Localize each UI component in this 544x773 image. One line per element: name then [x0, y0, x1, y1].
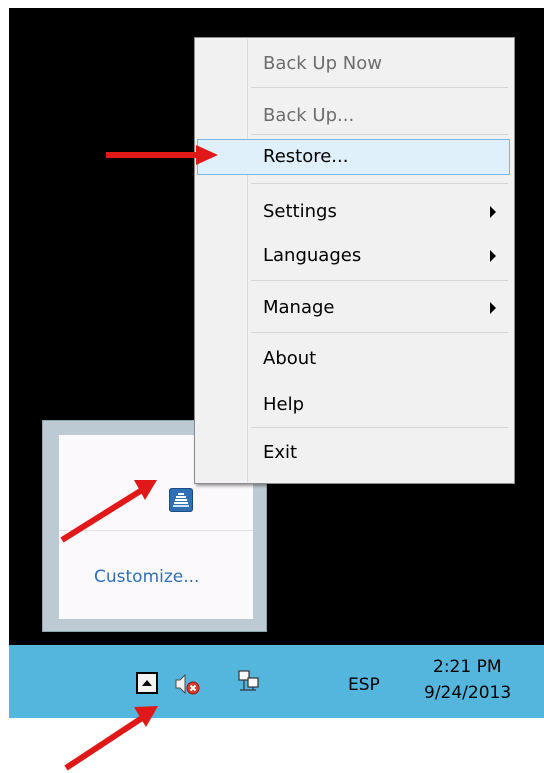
menu-item-languages[interactable]: Languages	[197, 238, 510, 274]
menu-item-label: Help	[263, 394, 305, 415]
menu-separator	[251, 332, 508, 333]
menu-separator	[251, 183, 508, 184]
show-hidden-icons-button[interactable]	[136, 672, 158, 694]
input-language-indicator[interactable]: ESP	[348, 675, 380, 695]
menu-item-label: Languages	[263, 245, 362, 266]
menu-item-about[interactable]: About	[197, 341, 510, 377]
context-menu: Back Up Now Back Up... Restore... Settin…	[194, 37, 515, 484]
submenu-arrow-icon	[490, 250, 496, 262]
menu-item-label: Back Up Now	[263, 53, 382, 74]
menu-item-label: Exit	[263, 442, 298, 463]
customize-link[interactable]: Customize...	[94, 567, 199, 587]
menu-item-help[interactable]: Help	[197, 387, 510, 423]
menu-item-manage[interactable]: Manage	[197, 290, 510, 326]
menu-separator	[251, 280, 508, 281]
menu-item-settings[interactable]: Settings	[197, 194, 510, 230]
menu-item-restore[interactable]: Restore...	[197, 139, 510, 175]
clock-date[interactable]: 9/24/2013	[424, 683, 511, 703]
submenu-arrow-icon	[490, 206, 496, 218]
speaker-muted-icon[interactable]	[174, 672, 202, 696]
menu-separator	[251, 87, 508, 88]
menu-item-label: Manage	[263, 297, 335, 318]
network-icon[interactable]	[236, 668, 264, 696]
menu-item-label: Back Up...	[263, 105, 355, 126]
submenu-arrow-icon	[490, 302, 496, 314]
menu-separator	[251, 427, 508, 428]
backup-app-icon[interactable]	[169, 488, 193, 512]
chevron-up-icon	[142, 680, 152, 686]
menu-item-label: About	[263, 348, 317, 369]
menu-item-back-up-now[interactable]: Back Up Now	[197, 46, 510, 82]
menu-item-label: Settings	[263, 201, 337, 222]
tray-popup-divider	[59, 530, 253, 531]
menu-separator	[251, 134, 508, 135]
clock-time[interactable]: 2:21 PM	[433, 657, 502, 677]
menu-item-label: Restore...	[263, 146, 349, 167]
menu-item-back-up[interactable]: Back Up...	[197, 98, 510, 134]
taskbar	[9, 645, 544, 718]
menu-item-exit[interactable]: Exit	[197, 435, 510, 471]
